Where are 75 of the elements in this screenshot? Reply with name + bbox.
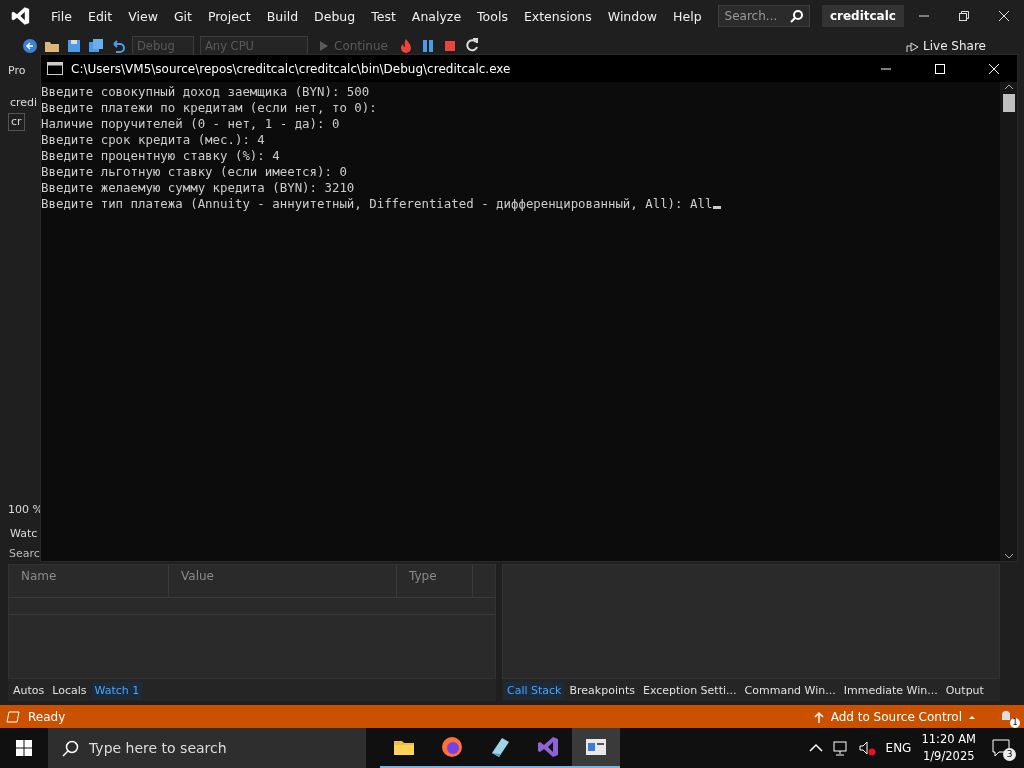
notification-button[interactable]: 1 (998, 707, 1018, 726)
status-icon (6, 709, 20, 724)
console-line: Введите желаемую сумму кредита (BYN): 3210 (41, 180, 356, 196)
browser-globe-icon[interactable] (440, 735, 464, 759)
console-line: Введите процентную ставку (%): 4 (41, 148, 281, 164)
console-line: Введите платежи по кредитам (если нет, то 0): (41, 100, 378, 116)
live-share-button[interactable]: Live Share (905, 39, 986, 53)
menu-item[interactable]: Edit (80, 8, 121, 24)
panel-tab[interactable]: Autos (10, 681, 48, 699)
console-title: C:\Users\VM5\source\repos\creditcalc\creditcalc\bin\Debug\creditcalc.exe (71, 61, 511, 76)
close-icon (989, 63, 999, 74)
toolbar-label: Pro (8, 63, 26, 79)
console-line: Введите срок кредита (мес.): 4 (41, 132, 266, 148)
taskbar-app[interactable] (572, 728, 620, 768)
panel-tab[interactable]: Command Win... (741, 681, 839, 699)
search-field[interactable]: Search... (717, 5, 810, 27)
panel-tab[interactable]: Immediate Win... (840, 681, 941, 699)
taskbar-search-field[interactable]: Type here to search (48, 728, 366, 768)
menu-item[interactable]: Debug (306, 8, 364, 24)
panel-tab[interactable]: Breakpoints (566, 681, 638, 699)
ide-logo-icon[interactable] (536, 735, 560, 759)
panel-tab[interactable]: Output (942, 681, 987, 699)
save-all-icon[interactable] (88, 38, 104, 54)
undo-icon[interactable] (110, 38, 126, 54)
solution-explorer-item[interactable]: cr (8, 113, 25, 131)
menu-item[interactable]: Analyze (403, 8, 470, 24)
console-line: Введите совокупный доход заемщика (BYN): 500 (41, 84, 371, 100)
network-icon[interactable] (832, 740, 849, 756)
menu-item[interactable]: Window (599, 8, 666, 24)
play-icon (318, 40, 330, 52)
windows-logo-icon (16, 740, 32, 756)
menu-item[interactable]: Tools (469, 8, 516, 24)
console-app-icon (47, 60, 63, 77)
restart-icon[interactable] (463, 38, 480, 54)
column-header[interactable]: Name (9, 565, 169, 597)
console-line: Наличие поручителей (0 - нет, 1 - да): 0 (41, 116, 341, 132)
message-icon (991, 738, 1011, 758)
console-line: Введите тип платежа (Annuity - аннуитетный, Differentiated - дифференцированный, All): All (41, 196, 1000, 212)
menu-item[interactable]: Extensions (515, 8, 600, 24)
menu-item[interactable]: Project (199, 8, 259, 24)
search-icon (789, 9, 803, 23)
ide-logo-icon (10, 5, 31, 27)
status-text: Ready (28, 709, 66, 724)
share-icon (905, 39, 920, 53)
menu-item[interactable]: View (120, 8, 166, 24)
search-icon (62, 739, 79, 757)
file-tab[interactable]: credi (10, 95, 38, 111)
speaker-muted-icon[interactable] (858, 740, 876, 756)
clock[interactable]: 11:20 AM 1/9/2025 (921, 731, 976, 765)
language-indicator[interactable]: ENG (885, 741, 912, 755)
maximize-icon (935, 63, 945, 74)
source-control-button[interactable]: Add to Source Control (812, 709, 990, 724)
column-header[interactable]: Type (397, 565, 473, 597)
action-center-button[interactable]: 3 (986, 733, 1016, 763)
menu-item[interactable]: Git (165, 8, 200, 24)
menu-item[interactable]: Help (665, 8, 710, 24)
panel-title: Watc (10, 526, 38, 542)
save-icon[interactable] (66, 38, 82, 54)
panel-tab[interactable]: Locals (49, 681, 90, 699)
scrollbar[interactable] (1000, 82, 1017, 561)
panel-tab[interactable]: Exception Setti... (640, 681, 740, 699)
panel-tab[interactable]: Call Stack (504, 681, 565, 699)
up-arrow-icon (812, 710, 825, 723)
column-header[interactable]: Value (169, 565, 397, 597)
menu-item[interactable]: File (43, 8, 80, 24)
solution-name: creditcalc (821, 5, 904, 27)
console-line: Введите льготную ставку (если имеется): 0 (41, 164, 348, 180)
menu-item[interactable]: Test (363, 8, 404, 24)
close-icon (999, 11, 1009, 21)
panel-tab[interactable]: Watch 1 (91, 681, 143, 699)
restore-icon (958, 11, 969, 21)
menu-item[interactable]: Build (258, 8, 307, 24)
chevron-up-icon[interactable] (808, 742, 823, 754)
scrollbar-thumb[interactable] (1002, 94, 1015, 112)
watch-search-field[interactable]: Searc (9, 546, 40, 562)
